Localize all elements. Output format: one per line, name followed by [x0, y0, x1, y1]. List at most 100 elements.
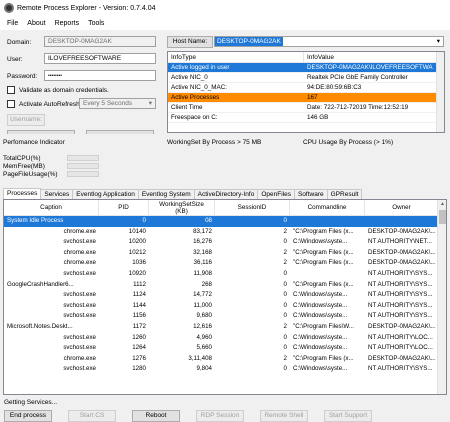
sessionid-cell: 0	[283, 365, 287, 373]
tab-activedirectory-info[interactable]: ActiveDirectory-Info	[193, 189, 259, 199]
info-type-cell: Freespace on C:	[171, 114, 218, 121]
host-name-select[interactable]: DESKTOP-0MAG2AK ▾	[214, 36, 444, 47]
host-name-button[interactable]: Host Name:	[167, 36, 213, 48]
tab-processes[interactable]: Processes	[3, 188, 42, 199]
process-row[interactable]: svchost.exe 10920 11,908 0 NT AUTHORITY\SYS.…	[4, 269, 446, 280]
info-type-cell: Client Time	[171, 104, 203, 111]
menu-tools[interactable]: Tools	[88, 20, 104, 27]
username-button[interactable]: Username:	[7, 114, 45, 126]
commandline-cell: "C:\Program Files (x...	[293, 354, 354, 362]
tab-services[interactable]: Services	[40, 189, 74, 199]
commandline-cell	[290, 269, 365, 280]
process-row[interactable]: chrome.exe 10140 83,172 2 "C:\Program Files …	[4, 227, 446, 238]
workingset-cell: 36,116	[193, 259, 212, 267]
process-row[interactable]: svchost.exe 1124 14,772 0 C:\Windows\syste..…	[4, 290, 446, 301]
remote-shell-button[interactable]: Remote Shell	[260, 410, 308, 422]
start-cs-button[interactable]: Start CS	[68, 410, 116, 422]
sessionid-cell: 2	[283, 322, 287, 330]
info-row[interactable]: Freespace on C: 146 GB	[168, 113, 444, 123]
col-infotype[interactable]: InfoType	[168, 52, 304, 62]
col-sessionid[interactable]: SessionID	[215, 200, 290, 215]
commandline-cell: "C:\Program Files (x...	[293, 227, 354, 235]
title-bar: Remote Process Explorer - Version: 0.7.4…	[0, 0, 450, 16]
mem-free-bar	[67, 163, 99, 169]
commandline-cell	[290, 216, 365, 227]
process-row[interactable]: GoogleCrashHandler6... 1112 268 0 "C:\Progra…	[4, 280, 446, 291]
pid-cell: 1036	[132, 259, 146, 267]
caption-cell: svchost.exe	[63, 333, 96, 341]
workingset-cell: 9,680	[196, 312, 212, 320]
owner-cell: NT AUTHORITY\NET...	[368, 238, 432, 246]
validate-checkbox[interactable]	[7, 86, 15, 94]
pid-cell: 0	[142, 217, 146, 224]
rdp-session-button[interactable]: RDP Session	[196, 410, 244, 422]
process-row[interactable]: svchost.exe 1156 9,680 0 C:\Windows\syste...…	[4, 311, 446, 322]
owner-cell: NT AUTHORITY\SYS...	[368, 269, 433, 277]
reboot-button[interactable]: Reboot	[132, 410, 180, 422]
connect-button[interactable]	[7, 130, 75, 134]
process-row[interactable]: svchost.exe 10200 16,276 0 C:\Windows\syste.…	[4, 237, 446, 248]
col-caption[interactable]: Caption	[4, 200, 99, 215]
info-row[interactable]: Active Processes 167	[168, 93, 444, 103]
user-input[interactable]: ILOVEFREESOFTWARE	[44, 53, 156, 64]
info-row[interactable]: Active NIC_0_MAC: 94:DE:80:59:6B:C3	[168, 83, 444, 93]
info-row[interactable]: Active logged in user DESKTOP-0MAG2AK\ILO…	[168, 63, 444, 73]
caption-cell: GoogleCrashHandler6...	[7, 280, 74, 288]
commandline-cell: "C:\Program Files\W...	[293, 322, 354, 330]
sessionid-cell: 0	[283, 312, 287, 320]
process-row[interactable]: chrome.exe 10212 32,168 2 "C:\Program Files …	[4, 248, 446, 259]
col-infovalue[interactable]: InfoValue	[304, 52, 438, 62]
process-row[interactable]: chrome.exe 1276 3,11,408 2 "C:\Program Files…	[4, 354, 446, 365]
process-row[interactable]: System Idle Process 0 08 0	[4, 216, 446, 227]
col-owner[interactable]: Owner	[365, 200, 439, 215]
process-row[interactable]: Microsoft.Notes.Deskt... 1172 12,616 2 "C:\P…	[4, 322, 446, 333]
process-row[interactable]: svchost.exe 1144 11,000 0 C:\Windows\syste..…	[4, 301, 446, 312]
info-type-cell: Active logged in user	[171, 64, 230, 71]
workingset-cell: 32,168	[193, 248, 212, 256]
host-name-value: DESKTOP-0MAG2AK	[215, 37, 283, 46]
info-type-cell: Active NIC_0	[171, 74, 208, 81]
info-value-cell: DESKTOP-0MAG2AK\ILOVEFREESOFTWA	[307, 64, 433, 71]
sessionid-cell: 0	[283, 280, 287, 288]
menu-reports[interactable]: Reports	[55, 20, 80, 27]
menu-about[interactable]: About	[27, 20, 45, 27]
password-input[interactable]: ••••••••	[44, 70, 156, 81]
pid-cell: 10200	[128, 238, 146, 246]
commandline-cell: C:\Windows\syste...	[293, 291, 348, 299]
col-pid[interactable]: PID	[99, 200, 149, 215]
col-workingset[interactable]: WorkingSetSize (KB)	[149, 200, 215, 215]
workingset-cell: 5,660	[196, 344, 212, 352]
info-scrollbar[interactable]	[436, 52, 444, 132]
info-row[interactable]: Client Time Date: 722-712-72019 Time:12:5…	[168, 103, 444, 113]
process-row[interactable]: svchost.exe 1280 9,804 0 C:\Windows\syste...…	[4, 364, 446, 375]
tab-gpresult[interactable]: GPResult	[326, 189, 363, 199]
process-row[interactable]: svchost.exe 1260 4,960 0 C:\Windows\syste...…	[4, 333, 446, 344]
workingset-cell: 9,804	[196, 365, 212, 373]
commandline-cell: C:\Windows\syste...	[293, 333, 348, 341]
pid-cell: 1264	[132, 344, 146, 352]
info-row[interactable]: Active NIC_0 Realtek PCIe GbE Family Cont…	[168, 73, 444, 83]
commandline-cell: "C:\Program Files (x...	[293, 259, 354, 267]
tab-strip: Processes Services Eventlog Application …	[3, 188, 363, 199]
commandline-cell: C:\Windows\syste...	[293, 312, 348, 320]
process-row[interactable]: chrome.exe 1036 36,116 2 "C:\Program Files (…	[4, 258, 446, 269]
processes-scrollbar[interactable]: ▲	[437, 200, 446, 394]
info-value-cell: 146 GB	[307, 114, 329, 121]
tab-software[interactable]: Software	[293, 189, 328, 199]
col-commandline[interactable]: Commandline	[290, 200, 365, 215]
autorefresh-checkbox[interactable]	[7, 100, 15, 108]
tab-eventlog-application[interactable]: Eventlog Application	[72, 189, 139, 199]
start-support-button[interactable]: Start Support	[324, 410, 372, 422]
pid-cell: 1112	[133, 280, 146, 288]
process-row[interactable]: svchost.exe 1264 5,660 0 C:\Windows\syste...…	[4, 343, 446, 354]
scroll-up-icon[interactable]: ▲	[438, 200, 446, 209]
end-process-button[interactable]: End process	[4, 410, 52, 422]
scroll-thumb[interactable]	[439, 210, 446, 224]
caption-cell: svchost.exe	[63, 365, 96, 373]
scan-button[interactable]	[86, 130, 154, 134]
tab-eventlog-system[interactable]: Eventlog System	[137, 189, 195, 199]
refresh-interval-select[interactable]: Every 5 Seconds ▾	[79, 98, 156, 109]
tab-openfiles[interactable]: OpenFiles	[257, 189, 295, 199]
domain-input[interactable]: DESKTOP-0MAG2AK	[44, 36, 156, 47]
menu-file[interactable]: File	[7, 20, 18, 27]
